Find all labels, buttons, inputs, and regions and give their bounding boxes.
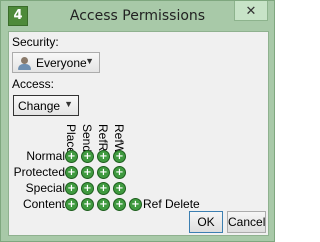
security-label: Security: bbox=[12, 35, 59, 49]
cancel-button[interactable]: Cancel bbox=[227, 211, 266, 233]
row-label-normal: Normal bbox=[26, 149, 65, 163]
permission-toggle[interactable]: + bbox=[97, 182, 110, 195]
permission-toggle[interactable]: + bbox=[65, 198, 78, 211]
access-label: Access: bbox=[12, 77, 55, 91]
access-dropdown[interactable]: Change ▼ bbox=[13, 95, 79, 116]
chevron-down-icon: ▼ bbox=[85, 56, 94, 66]
permission-toggle[interactable]: + bbox=[65, 166, 78, 179]
permission-toggle[interactable]: + bbox=[81, 166, 94, 179]
permission-toggle[interactable]: + bbox=[81, 150, 94, 163]
dialog-window: 4 Access Permissions ✕ Security: Everyon… bbox=[0, 0, 275, 242]
close-button[interactable]: ✕ bbox=[234, 1, 268, 21]
permission-toggle[interactable]: + bbox=[81, 182, 94, 195]
permission-toggle[interactable]: + bbox=[113, 150, 126, 163]
row-label-special: Special bbox=[25, 181, 65, 195]
chevron-down-icon: ▼ bbox=[64, 99, 73, 109]
permission-toggle[interactable]: + bbox=[97, 150, 110, 163]
permission-toggle[interactable]: + bbox=[97, 198, 110, 211]
row-label-protected: Protected bbox=[13, 165, 65, 179]
access-dropdown-value: Change bbox=[18, 99, 61, 113]
ref-delete-toggle[interactable]: + bbox=[129, 198, 142, 211]
security-dropdown-value: Everyone bbox=[36, 56, 87, 70]
permission-toggle[interactable]: + bbox=[65, 182, 78, 195]
security-dropdown[interactable]: Everyone ▼ bbox=[12, 52, 100, 73]
permission-toggle[interactable]: + bbox=[65, 150, 78, 163]
permission-toggle[interactable]: + bbox=[113, 198, 126, 211]
title-bar[interactable]: 4 Access Permissions ✕ bbox=[1, 1, 274, 31]
permission-toggle[interactable]: + bbox=[97, 166, 110, 179]
permission-toggle[interactable]: + bbox=[81, 198, 94, 211]
dialog-body: Security: Everyone ▼ Access: Change ▼ Pl… bbox=[8, 31, 269, 236]
ok-button[interactable]: OK bbox=[189, 211, 223, 233]
row-label-content: Content bbox=[22, 197, 65, 211]
permission-toggle[interactable]: + bbox=[113, 166, 126, 179]
permission-toggle[interactable]: + bbox=[113, 182, 126, 195]
user-icon bbox=[18, 57, 32, 70]
ref-delete-label: Ref Delete bbox=[143, 197, 200, 211]
